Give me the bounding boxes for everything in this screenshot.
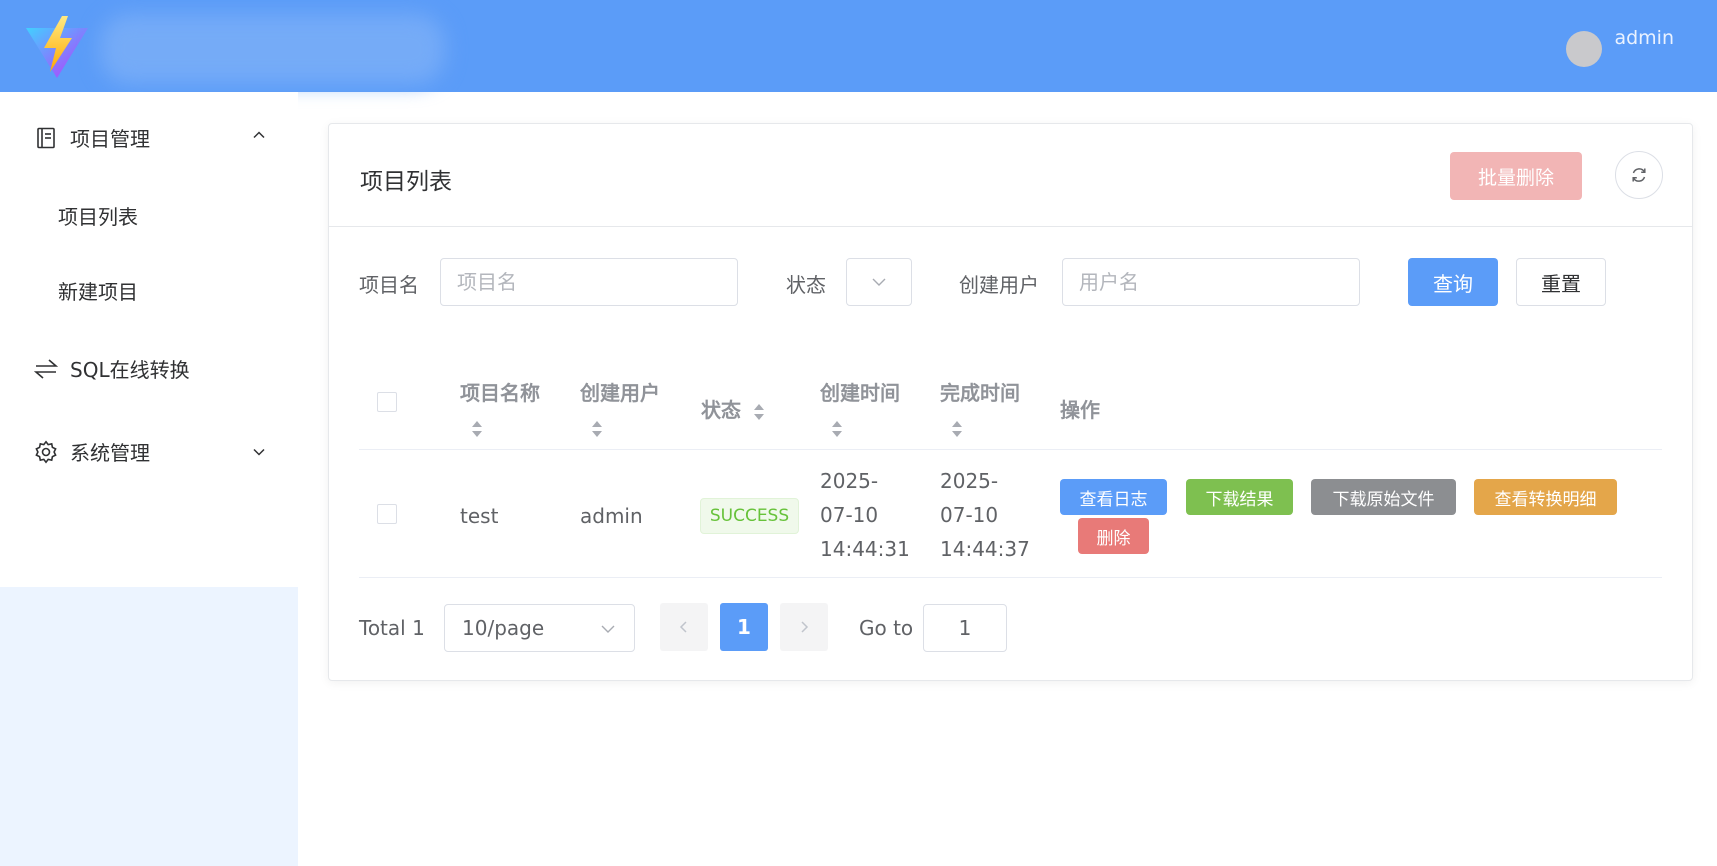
query-button[interactable]: 查询	[1408, 258, 1498, 306]
sidebar-item-project-management[interactable]: 项目管理	[34, 123, 150, 152]
blurred-title	[100, 14, 445, 84]
sidebar-item-label: 系统管理	[70, 441, 150, 465]
column-header-status[interactable]: 状态	[701, 393, 766, 427]
next-page-button[interactable]	[780, 603, 828, 651]
avatar[interactable]	[1566, 31, 1603, 67]
sort-icon[interactable]	[830, 418, 844, 440]
chevron-right-icon	[801, 621, 809, 633]
sort-icon[interactable]	[950, 418, 964, 440]
cell-created-at: 2025- 07-10 14:44:31	[820, 469, 910, 561]
page-size-select[interactable]: 10/page	[444, 604, 635, 652]
download-result-button[interactable]: 下载结果	[1186, 479, 1293, 515]
delete-button[interactable]: 删除	[1078, 518, 1149, 554]
status-label: 状态	[786, 273, 826, 297]
view-log-button[interactable]: 查看日志	[1060, 479, 1167, 515]
chevron-left-icon	[679, 621, 687, 633]
chevron-down-icon[interactable]	[252, 445, 266, 459]
table-bottom-divider	[359, 577, 1662, 578]
sidebar-item-project-list[interactable]: 项目列表	[58, 201, 138, 230]
cell-project-name: test	[460, 504, 499, 528]
top-header: admin	[0, 0, 1717, 92]
project-name-input[interactable]	[440, 258, 738, 306]
reset-button[interactable]: 重置	[1516, 258, 1606, 306]
status-select[interactable]	[846, 258, 912, 306]
user-menu[interactable]: admin	[1566, 26, 1674, 67]
status-badge: SUCCESS	[700, 498, 799, 534]
logo-icon	[26, 16, 88, 78]
column-header-finished-at[interactable]: 完成时间	[940, 376, 1020, 444]
table-header-divider	[359, 449, 1662, 450]
select-all-checkbox[interactable]	[377, 392, 397, 412]
refresh-icon	[1632, 168, 1646, 182]
column-header-actions: 操作	[1060, 398, 1100, 422]
column-header-project-name[interactable]: 项目名称	[460, 376, 540, 444]
page-size-value: 10/page	[462, 616, 545, 640]
creator-input[interactable]	[1062, 258, 1360, 306]
sort-icon[interactable]	[752, 401, 766, 423]
goto-page-input[interactable]	[923, 604, 1007, 652]
page-title: 项目列表	[360, 169, 452, 195]
sidebar-background	[0, 587, 298, 866]
chevron-down-icon	[872, 278, 886, 286]
batch-delete-button[interactable]: 批量删除	[1450, 152, 1582, 200]
sidebar: 项目管理 项目列表 新建项目 SQL在线转换 系统管理	[0, 92, 298, 866]
sidebar-item-label: 项目管理	[70, 127, 150, 151]
refresh-button[interactable]	[1615, 151, 1663, 199]
project-name-label: 项目名	[359, 273, 419, 297]
download-original-file-button[interactable]: 下载原始文件	[1311, 479, 1456, 515]
sidebar-item-sql-convert[interactable]: SQL在线转换	[34, 354, 190, 383]
column-header-created-at[interactable]: 创建时间	[820, 376, 900, 444]
view-conversion-detail-button[interactable]: 查看转换明细	[1474, 479, 1617, 515]
project-list-card: 项目列表 批量删除 项目名 状态 创建用户 查询 重置 项目名称 创建用户 状态…	[328, 123, 1693, 681]
user-name[interactable]: admin	[1614, 26, 1674, 50]
chevron-down-icon	[601, 625, 615, 633]
sidebar-item-system-management[interactable]: 系统管理	[34, 437, 150, 466]
row-checkbox[interactable]	[377, 504, 397, 524]
creator-label: 创建用户	[959, 273, 1039, 297]
chevron-up-icon[interactable]	[252, 128, 266, 142]
sort-icon[interactable]	[470, 418, 484, 440]
prev-page-button[interactable]	[660, 603, 708, 651]
switch-icon	[34, 357, 58, 381]
pagination-total: Total 1	[359, 616, 425, 640]
column-header-creator[interactable]: 创建用户	[580, 376, 660, 444]
gear-icon	[34, 440, 58, 464]
cell-finished-at: 2025- 07-10 14:44:37	[940, 469, 1030, 561]
document-icon	[34, 126, 58, 150]
sidebar-item-new-project[interactable]: 新建项目	[58, 276, 138, 305]
card-header: 项目列表 批量删除	[329, 124, 1692, 227]
goto-label: Go to	[859, 616, 914, 640]
sort-icon[interactable]	[590, 418, 604, 440]
page-number-button[interactable]: 1	[720, 603, 768, 651]
cell-creator: admin	[580, 504, 643, 528]
sidebar-item-label: SQL在线转换	[70, 358, 190, 382]
